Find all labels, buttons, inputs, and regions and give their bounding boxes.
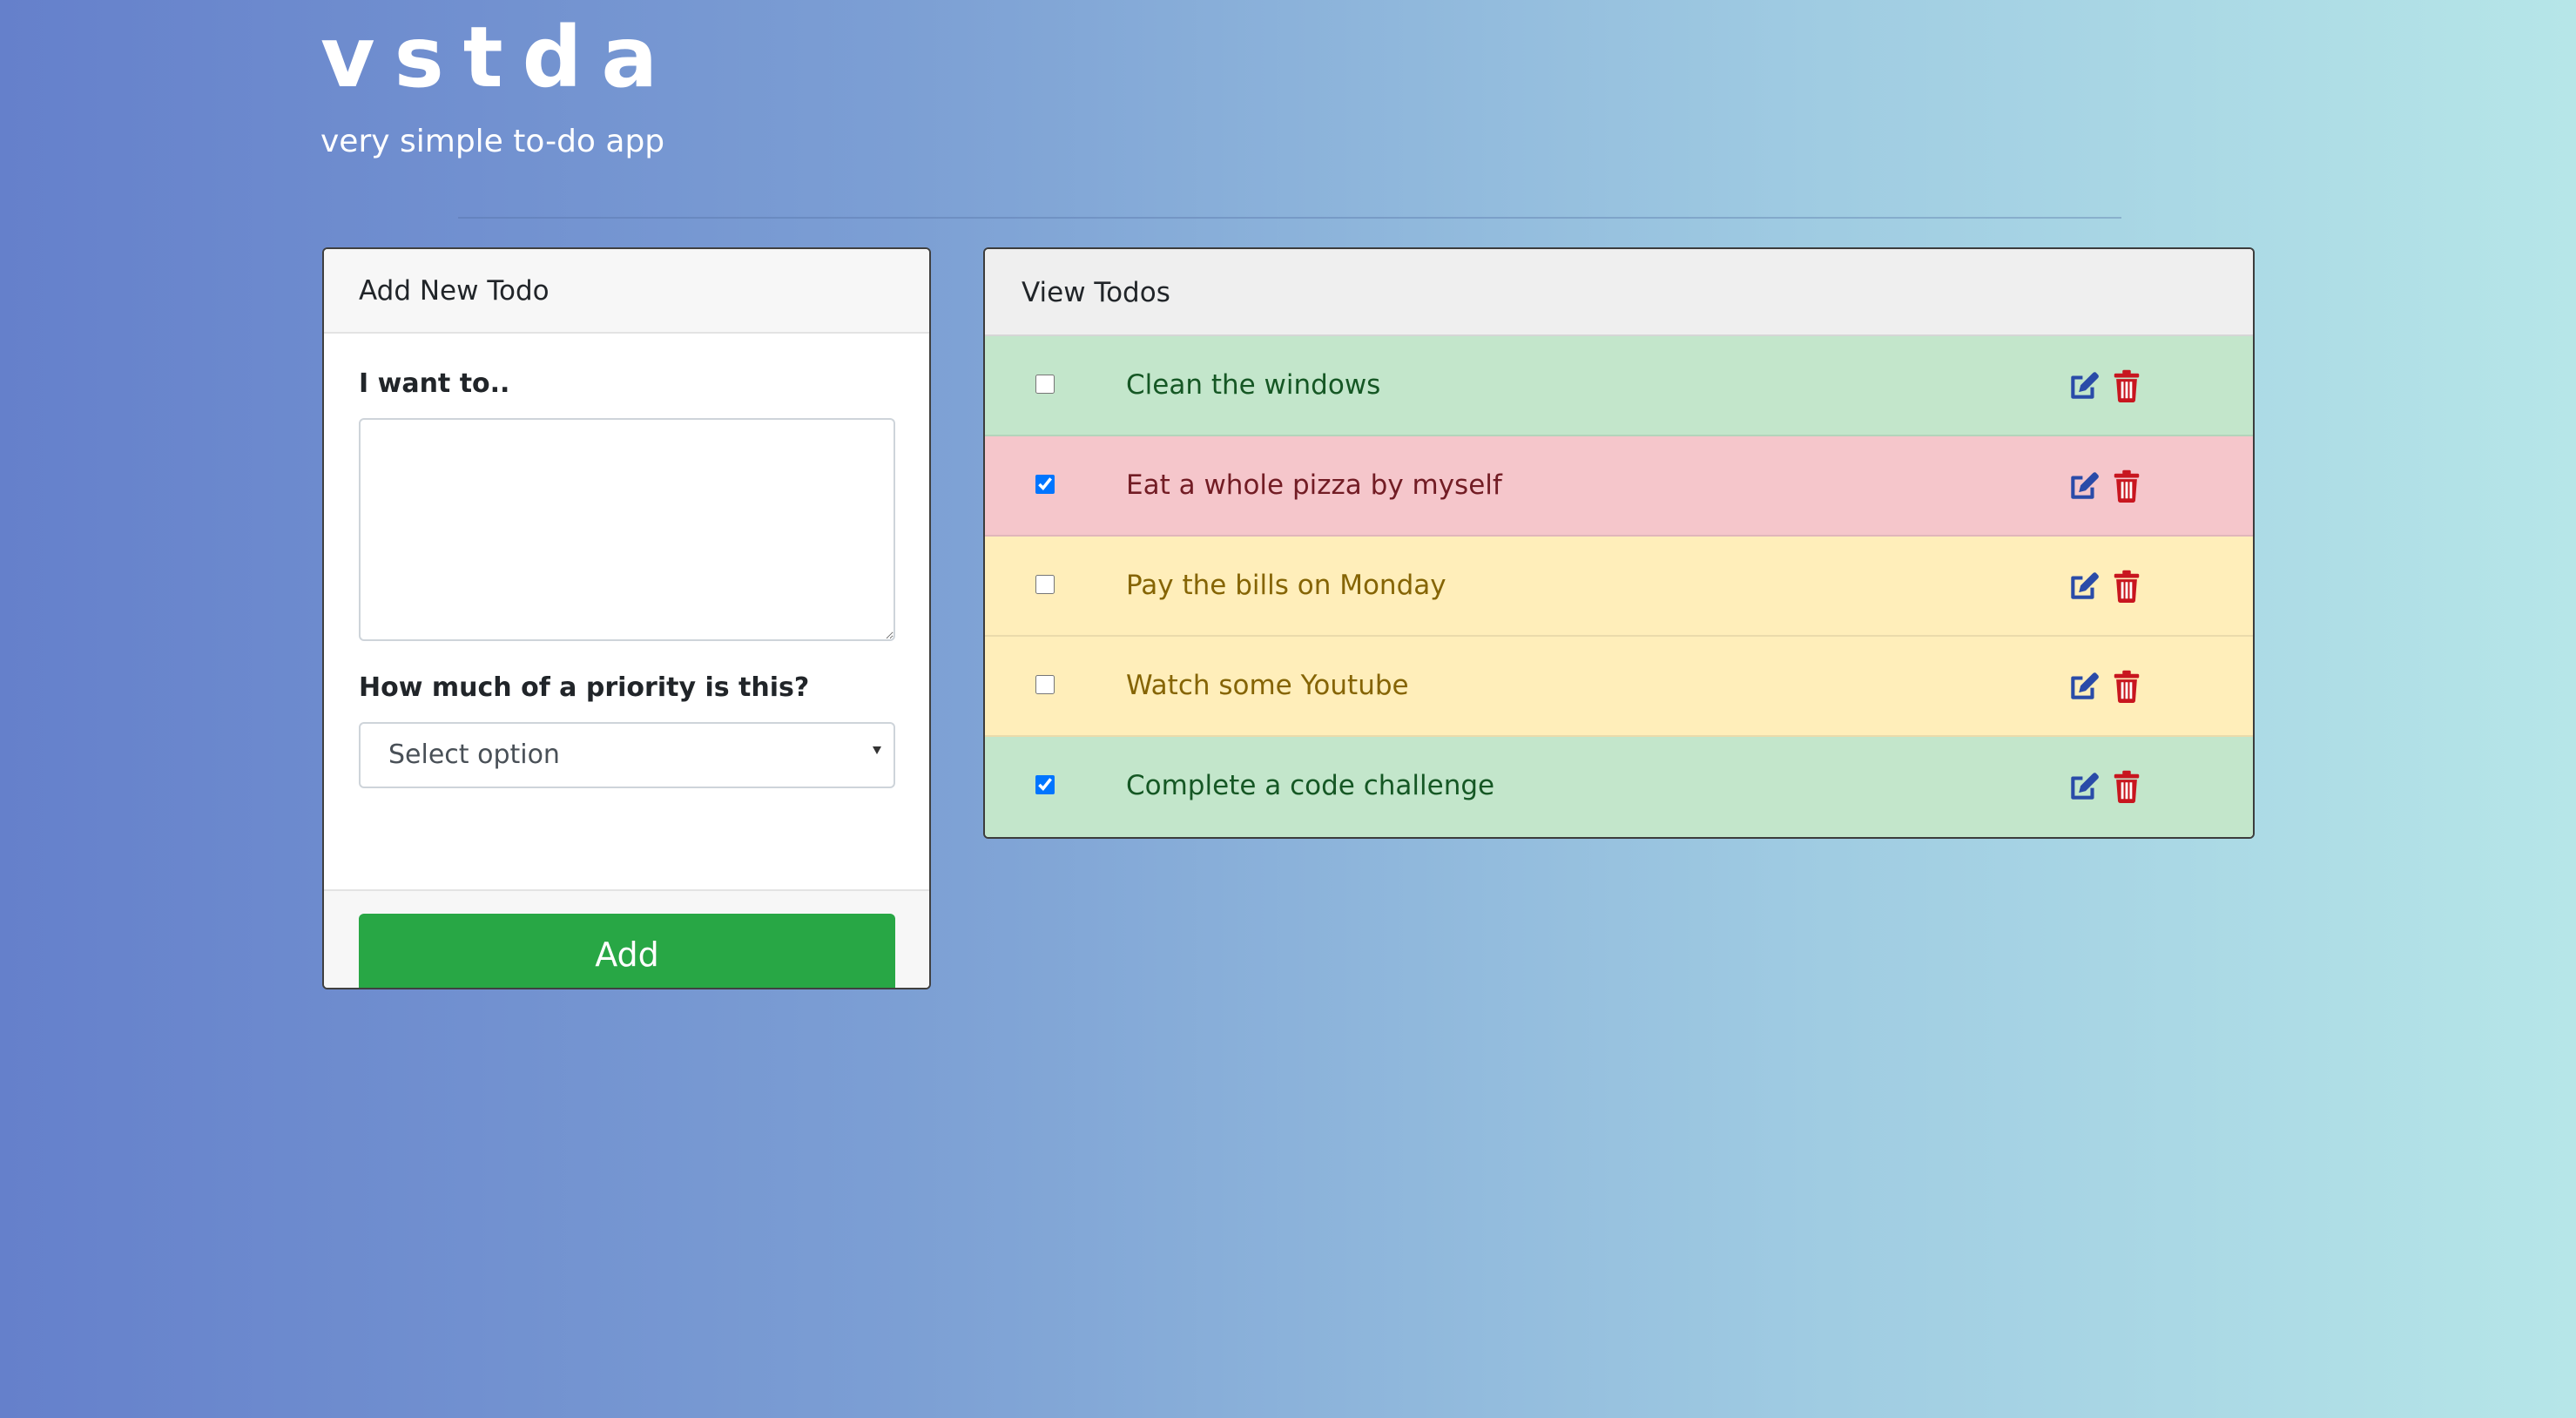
edit-icon[interactable]	[2067, 770, 2101, 803]
edit-icon[interactable]	[2067, 570, 2101, 603]
caret-down-icon	[873, 746, 881, 754]
todo-text-label: I want to..	[359, 368, 510, 399]
todo-complete-checkbox[interactable]	[1035, 675, 1055, 694]
todo-list: Clean the windows Eat a whole pizza by m…	[985, 336, 2253, 837]
trash-icon[interactable]	[2112, 369, 2141, 402]
trash-icon[interactable]	[2112, 570, 2141, 603]
todo-item: Eat a whole pizza by myself	[985, 436, 2253, 537]
todo-text: Watch some Youtube	[1126, 670, 1409, 701]
todo-complete-checkbox[interactable]	[1035, 575, 1055, 594]
priority-select-value: Select option	[388, 739, 560, 770]
add-todo-card-footer: Add	[324, 889, 929, 988]
priority-label: How much of a priority is this?	[359, 672, 810, 703]
add-button[interactable]: Add	[359, 914, 895, 988]
app-subtitle: very simple to-do app	[320, 124, 665, 159]
todo-text: Pay the bills on Monday	[1126, 570, 1446, 601]
header-divider	[458, 217, 2121, 219]
add-todo-form: I want to.. How much of a priority is th…	[324, 334, 929, 889]
edit-icon[interactable]	[2067, 469, 2101, 503]
trash-icon[interactable]	[2112, 670, 2141, 703]
app-title: vstda	[320, 9, 678, 106]
add-todo-card-title: Add New Todo	[324, 249, 929, 334]
view-todos-card: View Todos Clean the windows Eat a whole…	[983, 247, 2255, 839]
todo-item: Watch some Youtube	[985, 637, 2253, 737]
todo-complete-checkbox[interactable]	[1035, 775, 1055, 794]
todo-item: Clean the windows	[985, 336, 2253, 436]
view-todos-card-title: View Todos	[985, 249, 2253, 336]
todo-text: Clean the windows	[1126, 369, 1381, 401]
todo-text-input[interactable]	[359, 418, 895, 641]
todo-item: Pay the bills on Monday	[985, 537, 2253, 637]
todo-text: Complete a code challenge	[1126, 770, 1495, 801]
todo-complete-checkbox[interactable]	[1035, 375, 1055, 394]
todo-complete-checkbox[interactable]	[1035, 475, 1055, 494]
todo-item: Complete a code challenge	[985, 737, 2253, 837]
edit-icon[interactable]	[2067, 369, 2101, 402]
add-todo-card: Add New Todo I want to.. How much of a p…	[322, 247, 931, 989]
app-header: vstda very simple to-do app	[320, 0, 677, 159]
trash-icon[interactable]	[2112, 770, 2141, 803]
edit-icon[interactable]	[2067, 670, 2101, 703]
priority-select[interactable]: Select option	[359, 722, 895, 788]
todo-text: Eat a whole pizza by myself	[1126, 469, 1502, 501]
trash-icon[interactable]	[2112, 469, 2141, 503]
